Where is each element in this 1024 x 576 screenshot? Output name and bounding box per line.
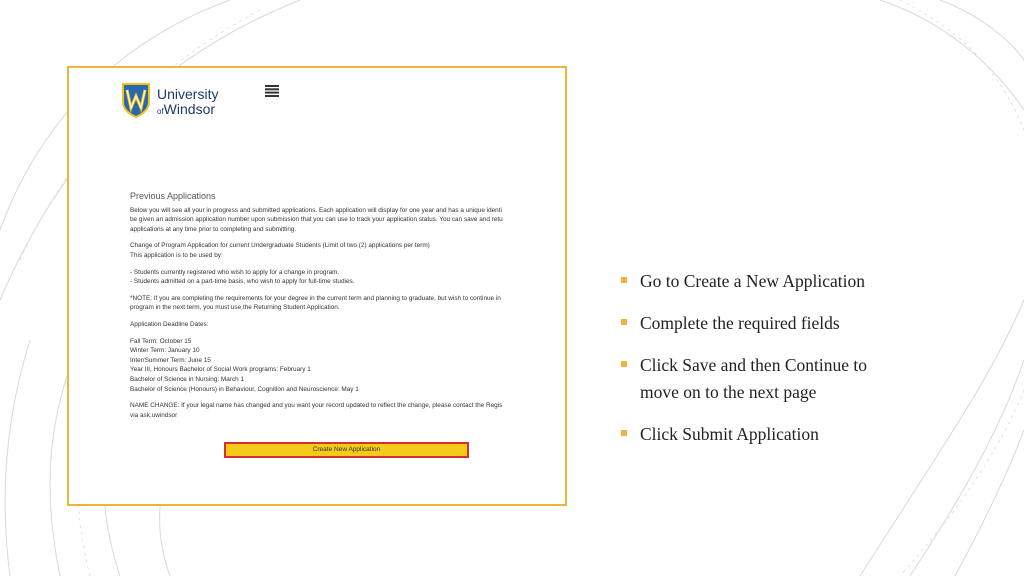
info-paragraph: Application Deadline Dates:: [130, 320, 565, 330]
info-paragraph: NAME CHANGE: If your legal name has chan…: [130, 401, 565, 420]
info-line: *NOTE: If you are completing the require…: [130, 294, 501, 302]
bullet-text: Go to Create a New Application: [640, 271, 866, 291]
bullet-square-icon: [621, 319, 627, 325]
info-paragraph: - Students currently registered who wish…: [130, 268, 565, 287]
instruction-bullets: Go to Create a New Application Complete t…: [621, 268, 941, 463]
crest-icon: [122, 83, 150, 119]
info-line: Application Deadline Dates:: [130, 320, 209, 328]
bullet-text: Click Submit Application: [640, 424, 819, 444]
bullet-item: Go to Create a New Application: [621, 268, 941, 295]
info-line: - Students currently registered who wish…: [130, 268, 340, 276]
bullet-item: Complete the required fields: [621, 310, 941, 337]
info-line: Below you will see all your in progress …: [130, 206, 502, 214]
info-line: - Students admitted on a part-time basis…: [130, 278, 355, 286]
info-paragraph: Below you will see all your in progress …: [130, 206, 565, 235]
info-line: program in the next term, you must use t…: [130, 304, 340, 312]
info-line: Change of Program Application for curren…: [130, 242, 430, 250]
info-line: Inter/Summer Term: June 15: [130, 356, 211, 364]
info-line: NAME CHANGE: If your legal name has chan…: [130, 402, 503, 410]
bullet-square-icon: [621, 361, 627, 367]
logo-wordmark: University ofWindsor: [157, 87, 218, 119]
bullet-item: Click Save and then Continue to move on t…: [621, 352, 941, 406]
embedded-screenshot: University ofWindsor Previous Applicatio…: [67, 66, 567, 506]
info-line: This application is to be used by:: [130, 251, 223, 259]
info-line: applications at any time prior to comple…: [130, 225, 297, 233]
info-line: Year III, Honours Bachelor of Social Wor…: [130, 366, 311, 374]
info-line: be given an admission application number…: [130, 216, 503, 224]
bullet-text: move on to the next page: [640, 382, 817, 402]
info-line: Fall Term: October 15: [130, 337, 192, 345]
logo-line1: University: [157, 86, 219, 102]
info-line: via ask.uwindsor: [130, 411, 178, 419]
info-line: Bachelor of Science (Honours) in Behavio…: [130, 385, 359, 393]
logo-of: of: [157, 107, 164, 116]
info-paragraph: *NOTE: If you are completing the require…: [130, 294, 565, 313]
info-line: Winter Term: January 10: [130, 347, 200, 355]
section-title: Previous Applications: [130, 191, 216, 201]
bullet-square-icon: [621, 277, 627, 283]
bullet-item: Click Submit Application: [621, 421, 941, 448]
info-paragraph: Fall Term: October 15 Winter Term: Januar…: [130, 337, 565, 395]
hamburger-menu-icon[interactable]: [265, 85, 279, 97]
info-paragraphs: Below you will see all your in progress …: [130, 206, 565, 421]
info-line: Bachelor of Science in Nursing: March 1: [130, 375, 245, 383]
bullet-text: Click Save and then Continue to: [640, 355, 867, 375]
bullet-text: Complete the required fields: [640, 313, 840, 333]
create-new-application-button[interactable]: Create New Application: [224, 442, 469, 458]
university-logo: University ofWindsor: [121, 82, 241, 126]
applications-content: Previous Applications Below you will see…: [130, 191, 565, 427]
info-paragraph: Change of Program Application for curren…: [130, 241, 565, 260]
bullet-square-icon: [621, 430, 627, 436]
logo-line2: Windsor: [163, 101, 216, 117]
